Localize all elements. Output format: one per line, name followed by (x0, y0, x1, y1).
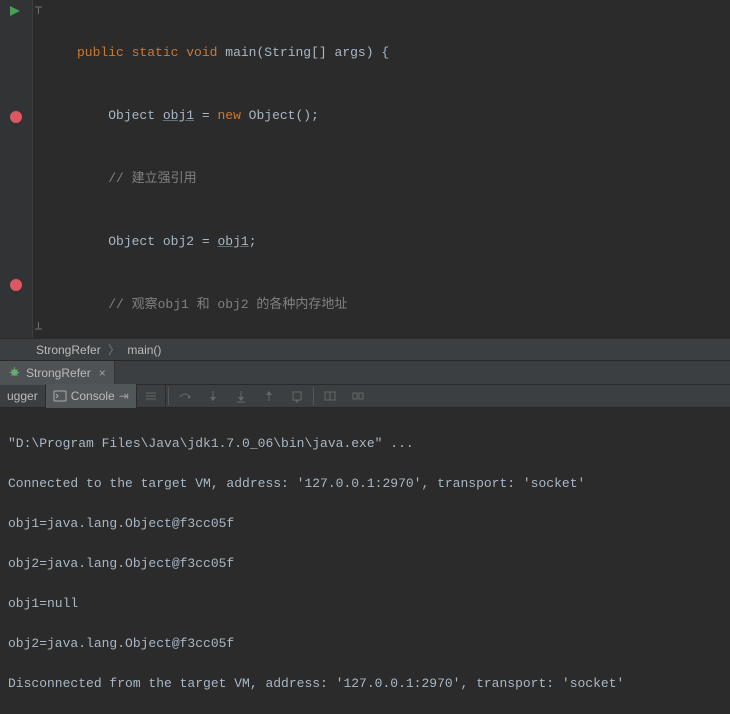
type: Object (108, 234, 155, 249)
keyword: void (186, 45, 217, 60)
console-line: obj2=java.lang.Object@f3cc05f (8, 634, 722, 654)
pin-icon[interactable]: ⇥ (119, 389, 129, 403)
console-line: "D:\Program Files\Java\jdk1.7.0_06\bin\j… (8, 434, 722, 454)
run-to-cursor-icon (323, 389, 337, 403)
drop-frame-icon (290, 389, 304, 403)
console-toolbar: ugger Console ⇥ (0, 384, 730, 408)
breadcrumb[interactable]: StrongRefer 〉 main() (0, 338, 730, 360)
brace: { (381, 45, 389, 60)
console-line: Disconnected from the target VM, address… (8, 674, 722, 694)
console-icon (53, 389, 67, 403)
breakpoint-icon[interactable] (10, 111, 22, 123)
breadcrumb-class[interactable]: StrongRefer (36, 343, 101, 357)
separator (313, 387, 314, 405)
keyword: static (132, 45, 179, 60)
breadcrumb-method[interactable]: main() (127, 343, 161, 357)
run-to-cursor-button[interactable] (316, 384, 344, 408)
fold-end-icon[interactable] (34, 321, 44, 331)
code-editor[interactable]: public static void main(String[] args) {… (0, 0, 730, 338)
comment: // 观察obj1 和 obj2 的各种内存地址 (108, 297, 347, 312)
fold-start-icon[interactable] (34, 6, 44, 16)
step-into-icon (206, 389, 220, 403)
text: Object(); (241, 108, 319, 123)
console-line: obj1=null (8, 594, 722, 614)
signature: (String[] args) (257, 45, 374, 60)
drop-frame-button[interactable] (283, 384, 311, 408)
tab-debugger[interactable]: ugger (0, 384, 46, 408)
var-obj1-ref: obj1 (217, 234, 248, 249)
type: Object (108, 108, 155, 123)
step-into-button[interactable] (199, 384, 227, 408)
separator (168, 387, 169, 405)
text: = (194, 234, 217, 249)
force-step-into-button[interactable] (227, 384, 255, 408)
keyword: public (77, 45, 124, 60)
console-line: obj2=java.lang.Object@f3cc05f (8, 554, 722, 574)
code-lines[interactable]: public static void main(String[] args) {… (47, 0, 730, 338)
evaluate-icon (351, 389, 365, 403)
evaluate-button[interactable] (344, 384, 372, 408)
close-icon[interactable]: × (99, 366, 106, 380)
text: = (194, 108, 217, 123)
tab-empty[interactable] (137, 384, 166, 408)
run-icon[interactable] (10, 6, 22, 18)
console-line: obj1=java.lang.Object@f3cc05f (8, 514, 722, 534)
force-step-into-icon (234, 389, 248, 403)
three-bars-icon (144, 389, 158, 403)
tab-console[interactable]: Console ⇥ (46, 384, 137, 408)
keyword: new (217, 108, 240, 123)
step-out-button[interactable] (255, 384, 283, 408)
tab-console-label: Console (71, 389, 115, 403)
semicolon: ; (249, 234, 257, 249)
method-name: main (225, 45, 256, 60)
var-obj1: obj1 (163, 108, 194, 123)
step-over-icon (178, 389, 192, 403)
debug-tab-bar: StrongRefer × (0, 360, 730, 384)
var-obj2: obj2 (163, 234, 194, 249)
step-out-icon (262, 389, 276, 403)
step-over-button[interactable] (171, 384, 199, 408)
debug-tab-title: StrongRefer (26, 366, 91, 380)
bug-icon (8, 366, 21, 379)
debug-tab[interactable]: StrongRefer × (0, 361, 115, 385)
gutter (0, 0, 33, 338)
console-line: Connected to the target VM, address: '12… (8, 474, 722, 494)
breakpoint-icon[interactable] (10, 279, 22, 291)
console-output[interactable]: "D:\Program Files\Java\jdk1.7.0_06\bin\j… (0, 408, 730, 588)
chevron-right-icon: 〉 (108, 343, 120, 357)
comment: // 建立强引用 (108, 171, 196, 186)
